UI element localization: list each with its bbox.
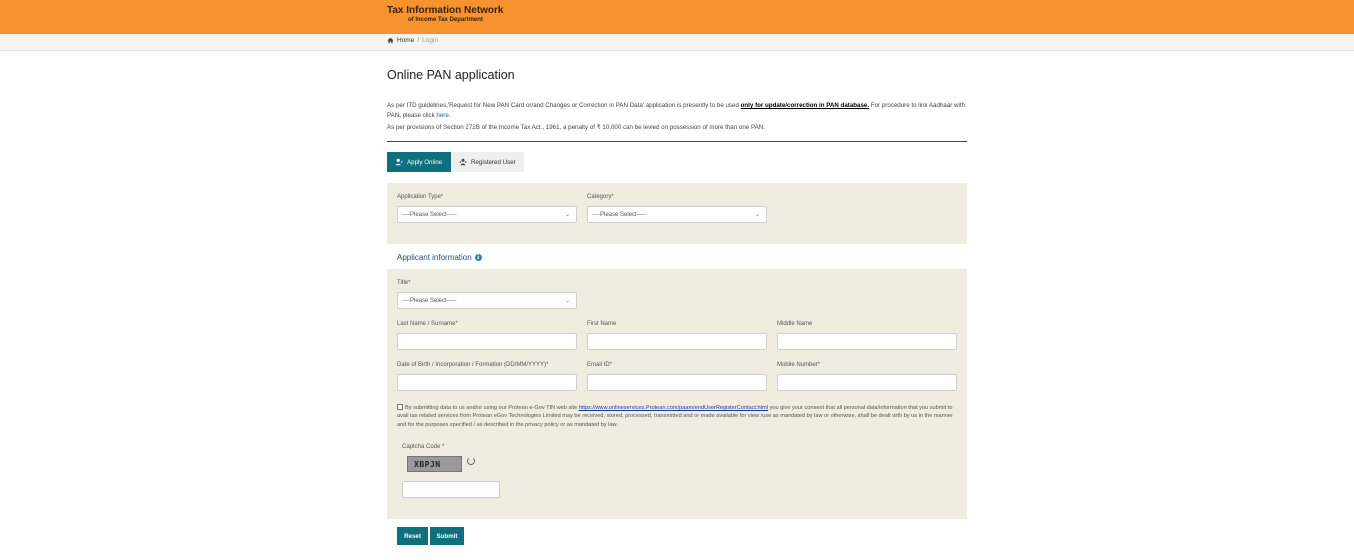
tab-label: Apply Online (407, 158, 443, 166)
logo-subtitle: of Income Tax Department (408, 17, 483, 23)
consent-checkbox[interactable] (397, 404, 403, 410)
tab-bar: Apply Online Registered User (387, 152, 524, 172)
first-name-input[interactable] (587, 333, 767, 350)
email-label: Email ID* (587, 362, 613, 368)
mobile-label: Mobile Number* (777, 362, 821, 368)
breadcrumb-bar: Home / Login (0, 34, 1354, 51)
category-select[interactable]: ----Please Select----- ⌄ (587, 206, 767, 223)
last-name-input[interactable] (397, 333, 577, 350)
title-select[interactable]: ----Please Select----- ⌄ (397, 292, 577, 309)
captcha-label: Captcha Code * (402, 444, 445, 450)
application-type-label: Application Type* (397, 194, 444, 200)
breadcrumb-home[interactable]: Home (397, 37, 414, 44)
consent-text: By submitting data to us and/or using ou… (397, 404, 957, 429)
last-name-label: Last Name / Surname* (397, 321, 458, 327)
logo-title: Tax Information Network (387, 5, 504, 16)
reset-button[interactable]: Reset (397, 527, 428, 545)
penalty-notice: As per provisions of Section 272B of the… (387, 124, 765, 131)
site-header: Tax Information Network of Income Tax De… (0, 0, 1354, 34)
refresh-captcha-icon[interactable] (467, 457, 475, 465)
dob-input[interactable] (397, 374, 577, 391)
chevron-down-icon: ⌄ (564, 298, 570, 304)
title-value: ----Please Select----- (402, 297, 457, 304)
home-icon[interactable] (387, 37, 394, 44)
info-text: As per ITD guidelines,'Request for New P… (387, 101, 967, 136)
info-text-part: . (448, 111, 451, 119)
info-paragraph: As per ITD guidelines,'Request for New P… (387, 101, 967, 120)
tab-apply-online[interactable]: Apply Online (387, 152, 451, 172)
title-label: Title* (397, 280, 411, 286)
divider (387, 141, 967, 142)
breadcrumb-separator: / (417, 37, 420, 44)
category-value: ----Please Select----- (592, 211, 647, 218)
update-correction-link[interactable]: only for update/correction in PAN databa… (741, 102, 869, 109)
submit-button[interactable]: Submit (430, 527, 464, 545)
first-name-label: First Name (587, 321, 617, 327)
breadcrumb: Home / Login (387, 37, 438, 44)
person-edit-icon (395, 158, 403, 166)
consent-text-part: By submitting data to us and/or using ou… (405, 405, 579, 411)
tab-label: Registered User (471, 158, 516, 166)
chevron-down-icon: ⌄ (754, 212, 760, 218)
page-title: Online PAN application (387, 68, 515, 82)
aadhaar-link-here[interactable]: here (436, 112, 448, 119)
application-type-value: ----Please Select----- (402, 211, 457, 218)
info-icon[interactable]: i (474, 254, 482, 261)
applicant-information-panel: Title* ----Please Select----- ⌄ Last Nam… (387, 269, 967, 519)
captcha-input[interactable] (402, 481, 500, 498)
applicant-information-heading: Applicant information i (397, 253, 482, 262)
breadcrumb-current: Login (422, 37, 439, 44)
middle-name-input[interactable] (777, 333, 957, 350)
application-type-select[interactable]: ----Please Select----- ⌄ (397, 206, 577, 223)
info-text-part: As per ITD guidelines,'Request for New P… (387, 102, 741, 109)
email-input[interactable] (587, 374, 767, 391)
tab-registered-user[interactable]: Registered User (451, 152, 524, 172)
section-title-text: Applicant information (397, 253, 472, 262)
mobile-input[interactable] (777, 374, 957, 391)
register-contact-link[interactable]: https://www.onlineservices.Protean.com/p… (579, 405, 768, 411)
captcha-image: XBPJN (407, 456, 462, 472)
middle-name-label: Middle Name (777, 321, 813, 327)
application-type-panel: Application Type* ----Please Select-----… (387, 183, 967, 244)
category-label: Category* (587, 194, 614, 200)
dob-label: Date of Birth / Incorporation / Formatio… (397, 362, 549, 368)
user-group-icon (459, 158, 467, 166)
tin-logo[interactable]: Tax Information Network of Income Tax De… (387, 5, 504, 24)
chevron-down-icon: ⌄ (564, 212, 570, 218)
